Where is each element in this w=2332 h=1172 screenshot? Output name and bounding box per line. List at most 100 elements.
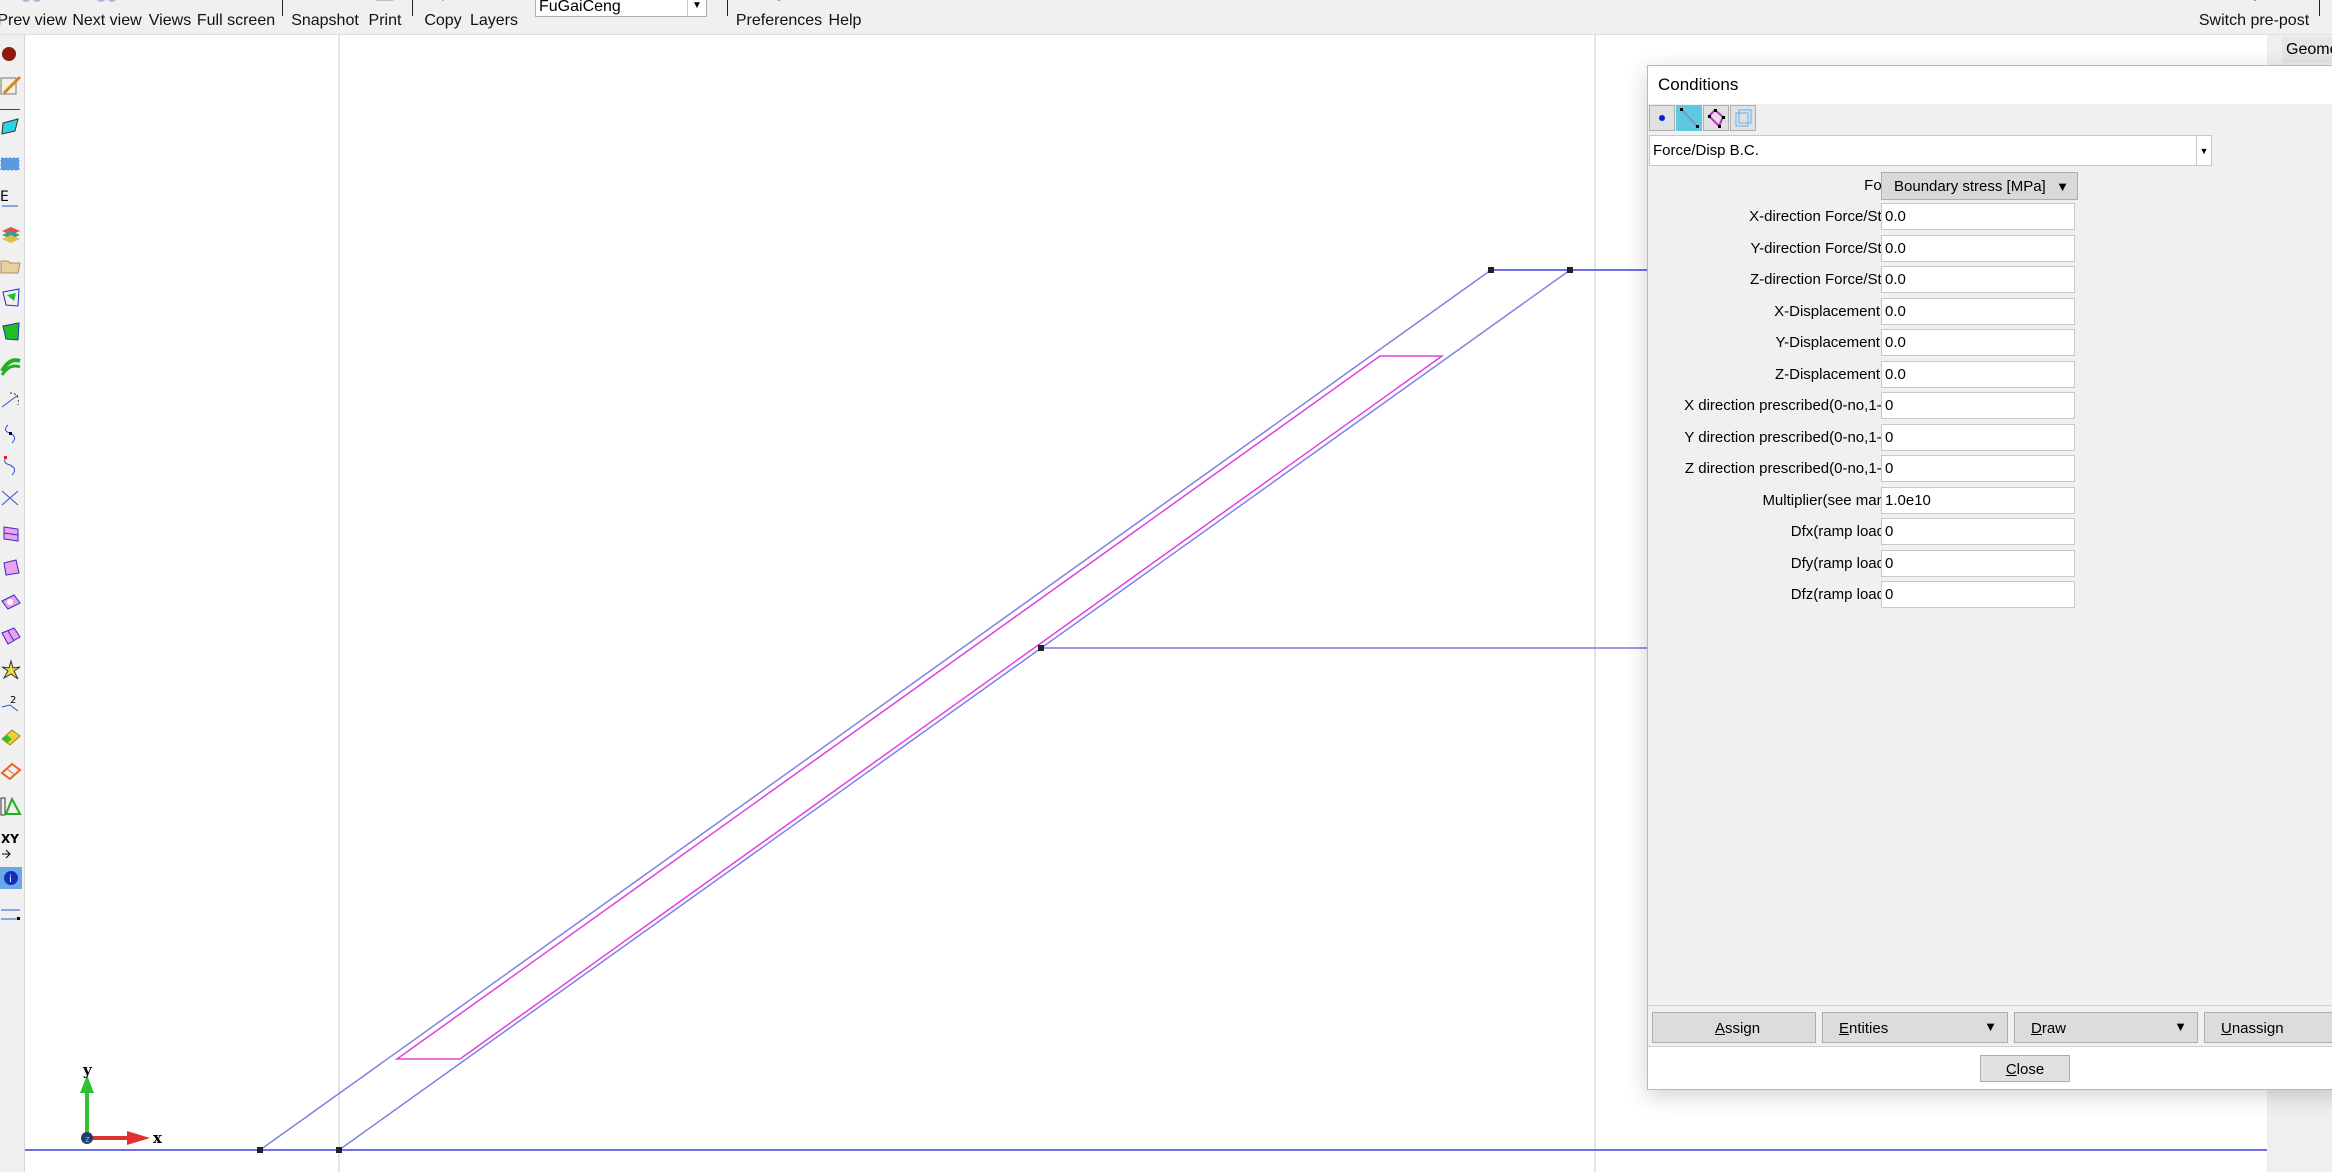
field-row: Dfx(ramp loading) [1648, 518, 2332, 546]
point-icon[interactable] [0, 43, 22, 65]
polyline-icon[interactable] [0, 423, 22, 445]
svg-text:E: E [0, 189, 9, 205]
node [257, 1147, 263, 1153]
next-view-button[interactable]: Next view [72, 0, 142, 34]
chevron-down-icon: ▼ [1984, 1019, 1997, 1034]
unassign-button[interactable]: Unassign [2204, 1012, 2332, 1043]
renumber-icon[interactable]: 2 [0, 693, 22, 715]
field-input[interactable] [1881, 266, 2075, 293]
full-screen-button[interactable]: Full screen [197, 0, 275, 34]
arrow-icon[interactable] [0, 843, 22, 865]
intersect-icon[interactable] [0, 487, 22, 509]
field-input[interactable] [1881, 455, 2075, 482]
dialog-footer: Close [1648, 1047, 2332, 1089]
line-icon [1680, 108, 1699, 128]
printer-icon [376, 0, 394, 1]
entity-point-button[interactable] [1649, 105, 1675, 131]
forces-row: Forces Boundary stress [MPa] ▼ [1648, 172, 2332, 200]
layers-stack-icon[interactable] [0, 221, 22, 243]
draw-dropdown-button[interactable]: Draw ▼ [2014, 1012, 2198, 1043]
forces-select[interactable]: Boundary stress [MPa] ▼ [1881, 172, 2078, 200]
node [1038, 645, 1044, 651]
units-icon[interactable] [0, 795, 22, 817]
layers-button[interactable]: Layers [470, 0, 518, 34]
measure-icon[interactable] [0, 903, 22, 925]
field-input[interactable] [1881, 518, 2075, 545]
field-row: Dfz(ramp loading) [1648, 581, 2332, 609]
field-label: Z direction prescribed(0-no,1-yes) [1684, 460, 1910, 477]
field-input[interactable] [1881, 329, 2075, 356]
copy-button[interactable]: Copy [422, 0, 464, 34]
switch-pre-post-button[interactable]: Switch pre-post [2199, 0, 2309, 34]
geometry-tab[interactable]: Geome [2282, 37, 2332, 63]
camera-icon [313, 0, 337, 4]
collapse-icon[interactable] [0, 659, 22, 681]
volume-icon [1735, 109, 1752, 127]
toolbar-separator [2319, 0, 2320, 16]
field-row: X direction prescribed(0-no,1-yes) [1648, 392, 2332, 420]
nurbs-icon[interactable] [0, 455, 22, 477]
surface-create-icon[interactable] [0, 287, 22, 309]
preferences-button[interactable]: Preferences [736, 0, 822, 34]
field-input[interactable] [1881, 297, 2075, 325]
field-row: Y-Displacement rate [1648, 329, 2332, 357]
toolbar-separator [412, 0, 413, 16]
arc-icon[interactable] [0, 389, 22, 411]
z-axis-label: z [85, 1135, 90, 1145]
ruled-surface-icon[interactable] [0, 355, 22, 377]
close-button[interactable]: Close [1980, 1055, 2070, 1082]
entities-dropdown-button[interactable]: Entities ▼ [1822, 1012, 2008, 1043]
field-input[interactable] [1881, 581, 2075, 608]
field-row: X-Displacement rate [1648, 297, 2332, 326]
switch-icon [2253, 0, 2256, 2]
field-input[interactable] [1881, 234, 2075, 262]
svg-text:2: 2 [10, 695, 16, 706]
info-icon[interactable]: i [0, 867, 22, 889]
views-button[interactable]: Views [148, 0, 192, 34]
mesh-surface-icon[interactable] [0, 523, 22, 545]
layer-select[interactable]: FuGaiCeng ▼ [535, 0, 707, 17]
print-button[interactable]: Print [366, 0, 404, 34]
surface-icon [1707, 108, 1725, 128]
surface-hole-icon[interactable] [0, 591, 22, 613]
svg-text:i: i [9, 874, 12, 885]
extend-line-icon[interactable]: E [0, 187, 22, 209]
condition-type-select[interactable]: Force/Disp B.C. ▼ [1649, 135, 2212, 166]
axes-triad: y x z [80, 1061, 163, 1147]
dialog-button-bar: Assign Entities ▼ Draw ▼ Unassign [1648, 1005, 2332, 1047]
field-input[interactable] [1881, 203, 2075, 230]
surface-divide-icon[interactable] [0, 625, 22, 647]
preferences-icon [776, 0, 782, 1]
field-input[interactable] [1881, 549, 2075, 577]
field-input[interactable] [1881, 392, 2075, 419]
x-axis-label: x [153, 1129, 163, 1147]
chevron-down-icon: ▼ [2196, 136, 2211, 165]
snapshot-button[interactable]: Snapshot [290, 0, 360, 34]
field-row: Z-Displacement rate [1648, 360, 2332, 389]
help-button[interactable]: Help [826, 0, 864, 34]
surface-fill-icon[interactable] [0, 321, 22, 343]
eraser-icon[interactable] [0, 117, 22, 139]
boundary-region [394, 355, 1445, 1060]
field-row: Z direction prescribed(0-no,1-yes) [1648, 455, 2332, 483]
edit-table-icon[interactable] [0, 75, 22, 97]
views-icon [157, 0, 183, 4]
prev-view-button[interactable]: Prev view [0, 0, 67, 34]
main-toolbar: Prev view Next view Views Full screen Sn… [0, 0, 2332, 35]
volume-icon[interactable] [0, 557, 22, 579]
assign-button[interactable]: Assign [1652, 1012, 1816, 1043]
field-input[interactable] [1881, 486, 2075, 514]
full-screen-icon [229, 0, 243, 4]
toolbar-separator [282, 0, 283, 16]
entity-surface-button[interactable] [1703, 105, 1729, 131]
folder-icon[interactable] [0, 255, 22, 277]
entity-line-button[interactable] [1676, 105, 1702, 131]
selection-rect-icon[interactable] [0, 153, 22, 175]
field-input[interactable] [1881, 423, 2075, 451]
conditions-icon[interactable] [0, 761, 22, 783]
conditions-dialog: Conditions Force/Disp B.C. ▼ Forces Boun… [1647, 65, 2332, 1090]
entity-volume-button[interactable] [1730, 105, 1756, 131]
node [1488, 267, 1494, 273]
material-assign-icon[interactable] [0, 727, 22, 749]
field-input[interactable] [1881, 360, 2075, 388]
